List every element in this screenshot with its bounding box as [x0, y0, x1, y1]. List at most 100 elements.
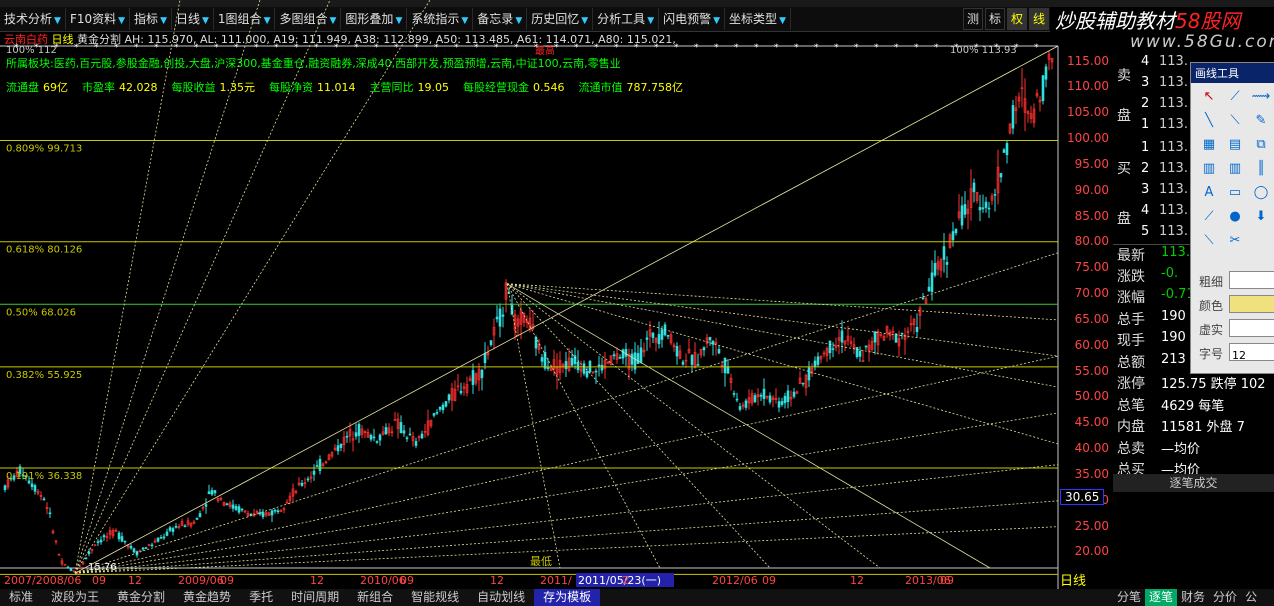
grid-icon[interactable]: ▦ [1199, 135, 1219, 155]
rectangle-icon[interactable]: ▭ [1225, 183, 1245, 203]
top-marker: * [354, 43, 359, 53]
ray-icon[interactable]: ⟍ [1225, 111, 1245, 131]
price-tick: 40.00 [1074, 441, 1109, 456]
date-label: 2007/2008/06 [4, 574, 81, 587]
candle-body [339, 443, 343, 448]
candle-body [402, 430, 406, 434]
arc-icon[interactable]: ⟋ [1199, 207, 1219, 227]
top-marker: * [154, 43, 159, 53]
candle-body [3, 485, 7, 491]
candle-body [384, 427, 388, 435]
candle-body [744, 400, 748, 408]
pen-icon[interactable]: ⟍ [1199, 231, 1219, 251]
quote-tab[interactable]: 财务 [1177, 589, 1209, 606]
sell-level: 2 [1141, 96, 1150, 111]
candle-body [432, 413, 436, 416]
indicator-tab[interactable]: 新组合 [348, 589, 402, 606]
indicator-tab[interactable]: 标准 [0, 589, 42, 606]
indicator-tab[interactable]: 智能规线 [402, 589, 468, 606]
vertical-line-icon[interactable]: ║ [1251, 159, 1271, 179]
quote-tab[interactable]: 公 [1241, 589, 1261, 606]
buy-price: 113. [1159, 224, 1188, 239]
indicator-tab[interactable]: 自动划线 [468, 589, 534, 606]
indicator-tab[interactable]: 黄金趋势 [174, 589, 240, 606]
down-marker-icon[interactable]: ⬇ [1251, 207, 1271, 227]
draw-option-control[interactable]: 12 [1229, 343, 1274, 362]
candle-body [666, 334, 670, 337]
candle-body [444, 401, 448, 407]
price-tick: 85.00 [1074, 208, 1109, 223]
candle-body [84, 557, 88, 560]
candle-body [942, 246, 946, 260]
up-marker-icon[interactable]: ● [1225, 207, 1245, 227]
candle-body [873, 331, 877, 343]
top-marker: * [774, 43, 779, 53]
candle-body [336, 445, 340, 452]
candle-body [48, 512, 52, 515]
drawing-tools-title: 画线工具 [1191, 63, 1274, 83]
gold-line-label: 0.382% 55.925 [6, 370, 82, 381]
candle-body [690, 354, 694, 365]
candle-body [399, 422, 403, 434]
candle-body [234, 506, 238, 510]
top-marker: * [274, 43, 279, 53]
circle-icon[interactable]: ◯ [1251, 183, 1271, 203]
fib-icon[interactable]: ⧉ [1251, 135, 1271, 155]
indicator-tab[interactable]: 时间周期 [282, 589, 348, 606]
tick-header[interactable]: 逐笔成交 [1113, 474, 1274, 492]
top-marker: * [654, 43, 659, 53]
date-label: 09 [940, 574, 954, 587]
sell-level: 1 [1141, 117, 1150, 132]
gold-line-label: 0.191% 36.338 [6, 471, 82, 482]
brush-icon[interactable]: ✎ [1251, 111, 1271, 131]
pointer-icon[interactable]: ↖ [1199, 87, 1219, 107]
candle-body [480, 369, 484, 379]
date-label: 12 [850, 574, 864, 587]
peak-label: 最高 [535, 44, 555, 57]
candle-body [978, 207, 982, 211]
segment-icon[interactable]: ╲ [1199, 111, 1219, 131]
candle-body [489, 340, 493, 346]
candle-body [300, 482, 304, 486]
candle-body [495, 316, 499, 320]
kline-chart[interactable]: 0.809% 99.713 0.618% 80.126 0.50% 68.026 0.… [0, 0, 1113, 589]
quote-tab[interactable]: 逐笔 [1145, 589, 1178, 606]
candle-body [357, 423, 361, 436]
candle-body [972, 182, 976, 193]
text-icon[interactable]: A [1199, 183, 1219, 203]
quote-value: 4629 每笔 [1161, 398, 1225, 414]
buy-level: 5 [1141, 224, 1150, 239]
candle-body [702, 347, 706, 351]
fan-line-peak [506, 283, 881, 569]
candle-body [237, 506, 241, 513]
candle-body [441, 404, 445, 411]
fan-icon[interactable]: ⟿ [1251, 87, 1271, 107]
quote-tab[interactable]: 分笔 [1113, 589, 1145, 606]
candle-body [927, 286, 931, 292]
parallel-icon[interactable]: ▥ [1199, 159, 1219, 179]
draw-option-control[interactable] [1229, 295, 1274, 313]
indicator-tab[interactable]: 季托 [240, 589, 282, 606]
indicator-tab[interactable]: 黄金分割 [108, 589, 174, 606]
candle-body [753, 395, 757, 403]
line-icon[interactable]: ⟋ [1225, 87, 1245, 107]
indicator-tab[interactable]: 波段为王 [42, 589, 108, 606]
gann-icon[interactable]: ▥ [1225, 159, 1245, 179]
top-marker: * [894, 43, 899, 53]
cut-icon[interactable]: ✂ [1225, 231, 1245, 251]
quote-tab[interactable]: 分价 [1209, 589, 1241, 606]
top-marker: * [474, 43, 479, 53]
price-tick: 70.00 [1074, 286, 1109, 301]
candle-body [660, 329, 664, 340]
draw-option-control[interactable] [1229, 319, 1274, 337]
indicator-tab[interactable]: 存为模板 [534, 589, 601, 606]
draw-option-control[interactable] [1229, 271, 1274, 289]
candle-body [213, 490, 217, 494]
candle-body [963, 204, 967, 215]
candle-body [534, 337, 538, 349]
top-label-right: 100% 113.93 [950, 45, 1017, 56]
top-marker: * [454, 43, 459, 53]
channel-icon[interactable]: ▤ [1225, 135, 1245, 155]
candle-body [1041, 75, 1045, 102]
candle-body [828, 340, 832, 354]
